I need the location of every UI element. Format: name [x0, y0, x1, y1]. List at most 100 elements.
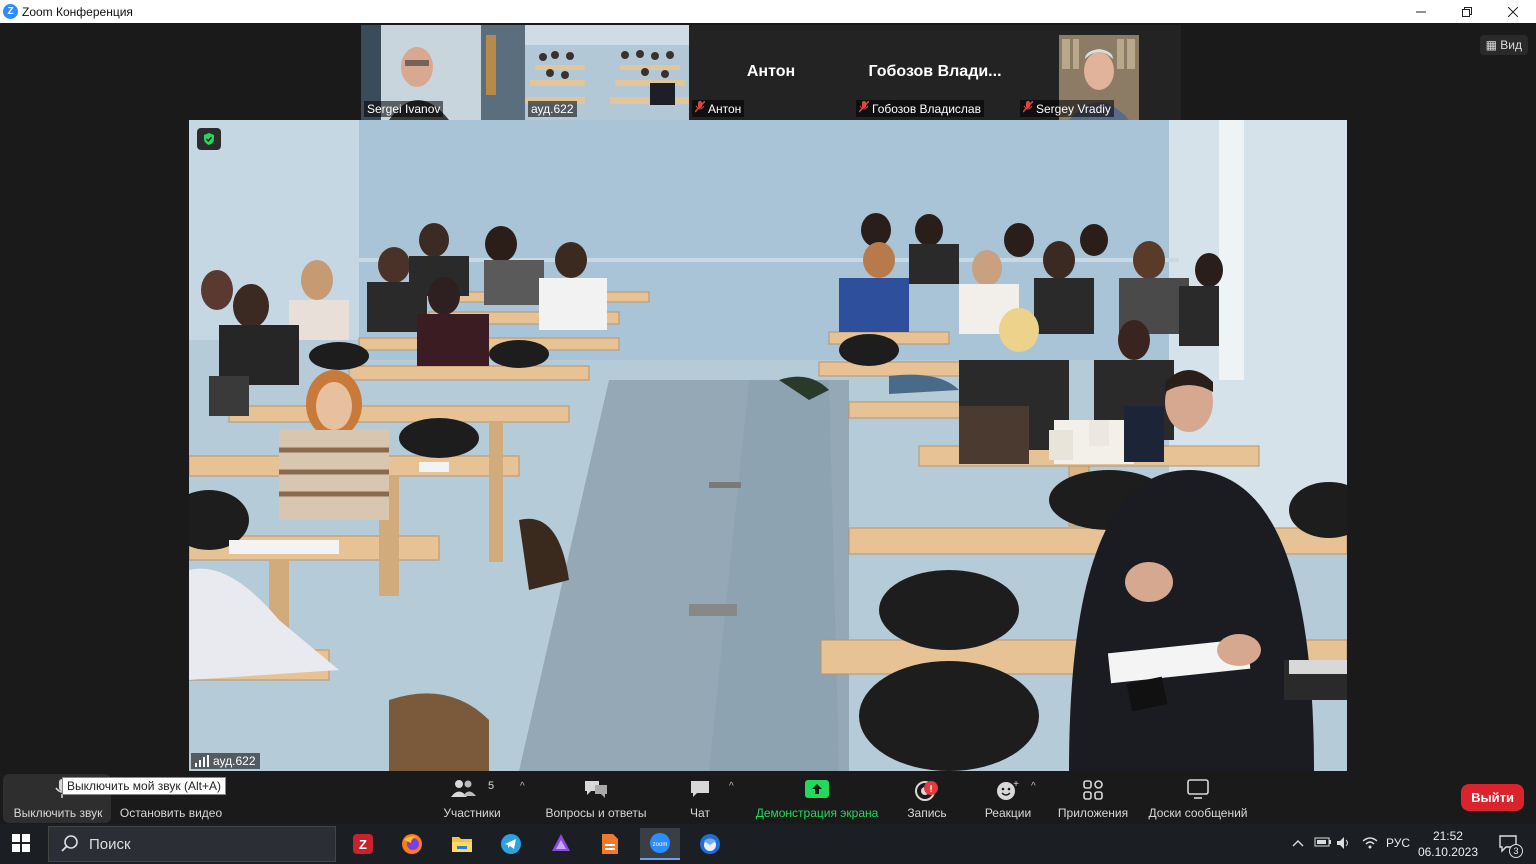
taskbar-app-thunderbird[interactable]	[690, 828, 730, 860]
participant-tile[interactable]: Гобозов Влади... Гобозов Владислав	[853, 25, 1017, 120]
participant-name-label: Гобозов Владислав	[856, 100, 984, 117]
reactions-button[interactable]: + Реакции	[980, 773, 1036, 825]
taskbar-app-explorer[interactable]	[442, 828, 482, 860]
folder-icon	[452, 837, 472, 852]
record-icon: !	[915, 781, 938, 801]
qa-button[interactable]: Вопросы и ответы	[540, 773, 652, 825]
firefox-icon	[402, 834, 422, 854]
participant-name: ауд.622	[531, 102, 574, 116]
show-hidden-icons-chevron-icon[interactable]	[1292, 836, 1304, 850]
main-video-label: ауд.622	[191, 753, 260, 769]
share-screen-button[interactable]: Демонстрация экрана	[750, 773, 884, 825]
restore-button[interactable]	[1444, 0, 1490, 23]
battery-icon[interactable]	[1314, 836, 1332, 851]
apps-label: Приложения	[1057, 806, 1129, 820]
participant-name: Sergey Vradiy	[1036, 101, 1111, 116]
participant-name-label: Sergei Ivanov	[364, 101, 444, 117]
participant-name-label: Sergey Vradiy	[1020, 100, 1114, 117]
participants-icon	[451, 780, 476, 797]
mute-label: Выключить звук	[13, 806, 103, 820]
zoom-logo-icon: Z	[3, 4, 18, 19]
participant-tile[interactable]: Антон Антон	[689, 25, 853, 120]
reactions-options-chevron-icon[interactable]: ^	[1031, 781, 1036, 792]
system-tray: РУС	[1276, 824, 1536, 864]
clock[interactable]: 21:52 06.10.2023	[1418, 828, 1478, 860]
record-button[interactable]: ! Запись	[900, 773, 954, 825]
participant-name-label: ауд.622	[528, 101, 577, 117]
taskbar-app-firefox[interactable]	[392, 828, 432, 860]
taskbar-search[interactable]: Поиск	[48, 826, 336, 862]
chat-label: Чат	[690, 806, 710, 820]
main-video[interactable]: ауд.622	[189, 120, 1347, 771]
participant-name: Sergei Ivanov	[367, 102, 441, 116]
taskbar-app-telegram[interactable]	[491, 828, 531, 860]
minimize-icon	[1416, 11, 1426, 12]
chat-icon	[691, 781, 709, 797]
participant-name: Гобозов Владислав	[872, 101, 981, 116]
search-placeholder: Поиск	[89, 835, 131, 853]
whiteboards-button[interactable]: Доски сообщений	[1142, 773, 1254, 825]
mic-muted-icon	[858, 100, 870, 116]
whiteboards-label: Доски сообщений	[1148, 806, 1248, 820]
svg-text:!: !	[929, 784, 932, 795]
start-button[interactable]	[12, 834, 30, 857]
windows-taskbar: Поиск Z zoom РУС 21:52 06.10.2023 3	[0, 824, 1536, 864]
share-screen-icon	[805, 780, 829, 798]
taskbar-app-zoom[interactable]: zoom	[640, 828, 680, 860]
main-video-name: ауд.622	[213, 754, 256, 768]
mic-muted-icon	[694, 100, 706, 116]
red-app-icon: Z	[353, 834, 373, 854]
mic-muted-icon	[1022, 100, 1034, 116]
qa-icon	[585, 781, 607, 798]
participants-button[interactable]: 5 Участники	[436, 773, 508, 825]
participants-options-chevron-icon[interactable]: ^	[520, 781, 525, 792]
zoom-window: Z Zoom Конференция Sergei Ivanov ауд.622…	[0, 0, 1536, 864]
grid-view-icon: ▦	[1485, 38, 1497, 52]
stop-video-button[interactable]: Остановить видео	[112, 773, 230, 825]
svg-text:+: +	[1013, 779, 1019, 790]
taskbar-app-orange[interactable]	[590, 828, 630, 860]
apps-button[interactable]: Приложения	[1054, 773, 1132, 825]
windows-logo-icon	[12, 834, 30, 852]
leave-button[interactable]: Выйти	[1461, 784, 1524, 811]
wifi-icon[interactable]	[1362, 836, 1378, 853]
close-icon	[1508, 6, 1518, 17]
clock-date: 06.10.2023	[1417, 845, 1478, 859]
notifications-button[interactable]: 3	[1498, 834, 1523, 859]
participant-tile[interactable]: Sergei Ivanov	[361, 25, 525, 120]
volume-icon[interactable]	[1336, 836, 1352, 853]
meeting-toolbar: Выключить звук Выключить мой звук (Alt+A…	[0, 773, 1536, 825]
whiteboard-icon	[1187, 779, 1209, 799]
close-button[interactable]	[1490, 0, 1536, 23]
participant-tile[interactable]: Sergey Vradiy	[1017, 25, 1181, 120]
share-screen-label: Демонстрация экрана	[755, 806, 879, 820]
svg-text:Z: Z	[359, 837, 367, 852]
chat-options-chevron-icon[interactable]: ^	[729, 781, 734, 792]
document-icon	[602, 834, 618, 854]
restore-icon	[1462, 6, 1472, 17]
taskbar-app-purple[interactable]	[541, 828, 581, 860]
participant-name-label: Антон	[692, 100, 745, 117]
view-button[interactable]: ▦ Вид	[1479, 35, 1528, 55]
qa-label: Вопросы и ответы	[545, 806, 647, 820]
title-bar: Z Zoom Конференция	[0, 0, 1536, 23]
record-label: Запись	[907, 806, 947, 820]
input-language[interactable]: РУС	[1386, 836, 1410, 850]
thunderbird-icon	[700, 834, 720, 854]
encryption-shield-icon[interactable]	[197, 128, 221, 150]
meeting-area: Sergei Ivanov ауд.622 Антон Антон Гобозо…	[0, 23, 1536, 773]
clock-time: 21:52	[1432, 829, 1463, 843]
chat-button[interactable]: Чат	[680, 773, 720, 825]
taskbar-app-red[interactable]: Z	[343, 828, 383, 860]
purple-app-icon	[552, 834, 570, 851]
window-title: Zoom Конференция	[22, 4, 133, 19]
window-controls	[1398, 0, 1536, 23]
participant-tile-active[interactable]: ауд.622	[525, 25, 689, 120]
stop-video-label: Остановить видео	[119, 806, 223, 820]
view-button-label: Вид	[1500, 38, 1522, 52]
classroom-video-frame	[189, 120, 1347, 771]
minimize-button[interactable]	[1398, 0, 1444, 23]
svg-text:zoom: zoom	[653, 842, 668, 848]
participant-display-name: Антон	[746, 63, 796, 80]
notification-count: 3	[1509, 844, 1523, 858]
